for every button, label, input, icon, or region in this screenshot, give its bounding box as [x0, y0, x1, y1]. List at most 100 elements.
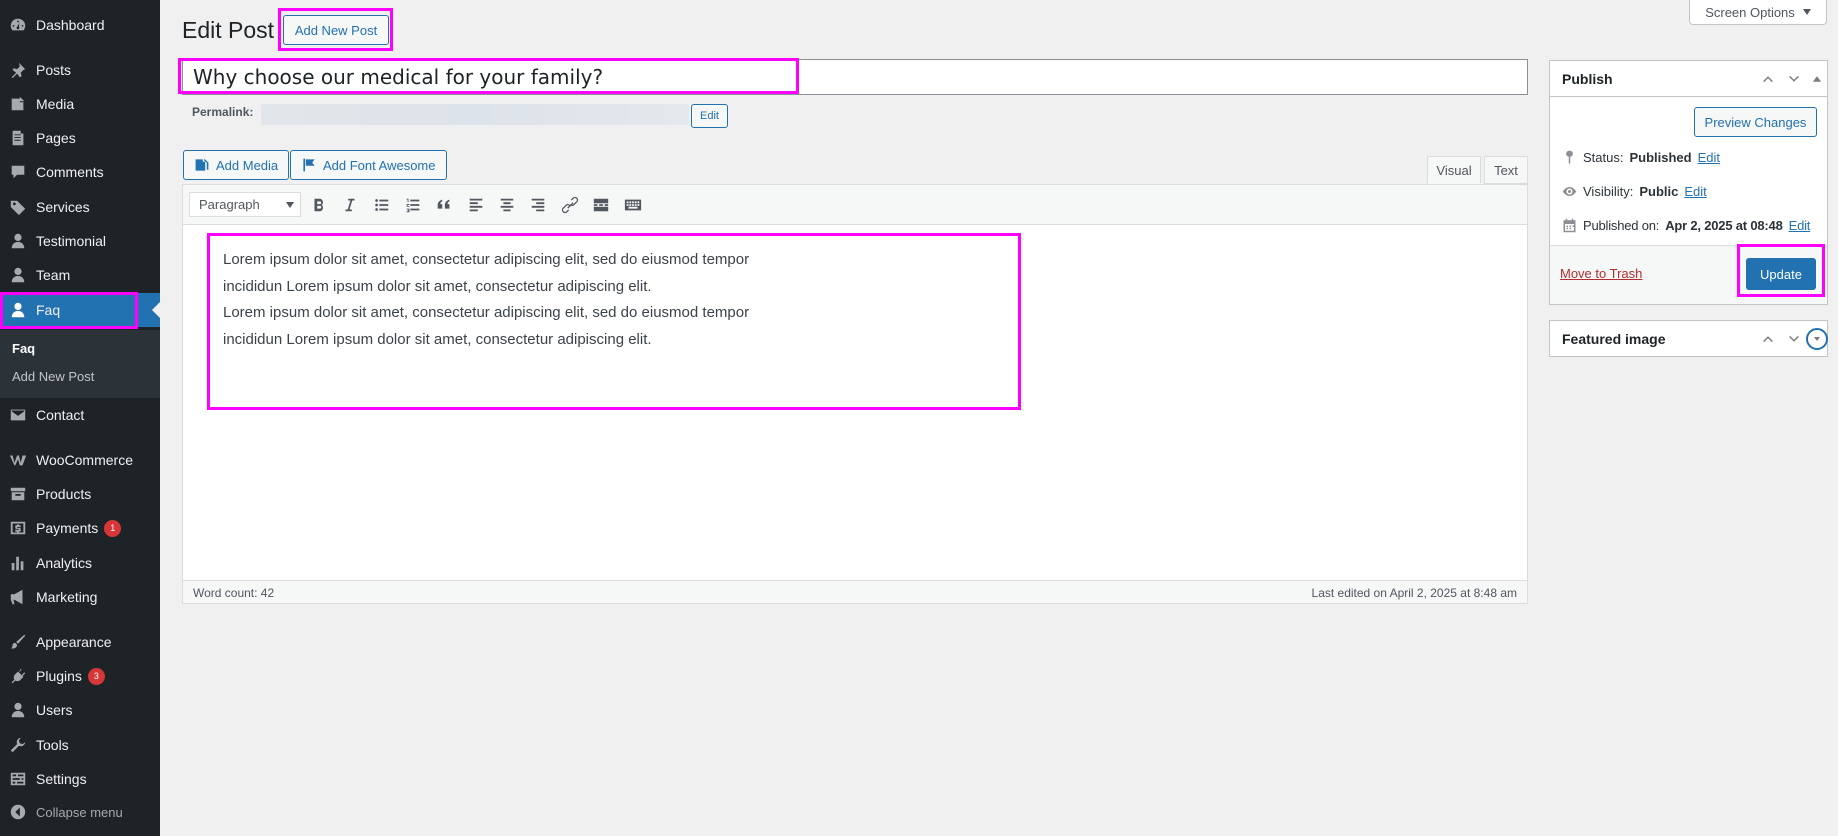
featured-image-header: Featured image [1550, 321, 1828, 356]
format-select-value: Paragraph [199, 197, 260, 212]
media-icon [195, 158, 209, 171]
add-new-post-button[interactable]: Add New Post [283, 15, 389, 45]
sidebar-item-services[interactable]: Services [0, 190, 160, 224]
keyboard-icon[interactable] [621, 193, 645, 217]
collapse-menu[interactable]: Collapse menu [0, 795, 160, 829]
permalink-label: Permalink: [192, 105, 254, 119]
toggle-arrow-icon[interactable] [1809, 71, 1825, 87]
blockquote-icon[interactable] [432, 193, 456, 217]
add-media-button[interactable]: Add Media [183, 150, 290, 180]
sidebar-item-faq[interactable]: Faq [0, 293, 160, 327]
collapse-label: Collapse menu [36, 804, 123, 820]
align-right-icon[interactable] [526, 193, 550, 217]
archive-icon [0, 485, 36, 503]
sidebar-item-label: Testimonial [36, 233, 107, 249]
sidebar-item-tools[interactable]: Tools [0, 728, 160, 762]
sidebar-item-appearance[interactable]: Appearance [0, 625, 160, 659]
last-edited: Last edited on April 2, 2025 at 8:48 am [1311, 586, 1517, 600]
sidebar-item-comments[interactable]: Comments [0, 155, 160, 189]
align-center-icon[interactable] [495, 193, 519, 217]
chevron-up-icon[interactable] [1760, 71, 1776, 87]
flag-icon [303, 158, 315, 172]
sidebar-item-label: Dashboard [36, 17, 105, 33]
bullet-list-icon[interactable] [370, 193, 394, 217]
format-select[interactable]: Paragraph [189, 192, 301, 217]
editor-status-bar: Word count: 42 Last edited on April 2, 2… [182, 580, 1528, 604]
media-icon [0, 95, 36, 113]
featured-image-box: Featured image [1549, 320, 1828, 357]
published-value: Apr 2, 2025 at 08:48 [1665, 218, 1783, 233]
sidebar-item-team[interactable]: Team [0, 258, 160, 292]
sidebar-item-contact[interactable]: Contact [0, 398, 160, 432]
woo-icon [0, 451, 36, 469]
italic-icon[interactable] [338, 193, 362, 217]
sidebar-item-analytics[interactable]: Analytics [0, 546, 160, 580]
sidebar-item-woocommerce[interactable]: WooCommerce [0, 443, 160, 477]
post-title-input[interactable]: Why choose our medical for your family? [182, 59, 1528, 95]
add-font-awesome-button[interactable]: Add Font Awesome [290, 150, 447, 180]
publish-actions: Move to Trash Update [1550, 245, 1827, 304]
preview-changes-button[interactable]: Preview Changes [1694, 107, 1817, 137]
published-label: Published on: [1583, 218, 1660, 233]
sidebar-item-dashboard[interactable]: Dashboard [0, 8, 160, 42]
sidebar-item-marketing[interactable]: Marketing [0, 580, 160, 614]
sidebar-item-label: Appearance [36, 634, 112, 650]
align-left-icon[interactable] [464, 193, 488, 217]
user-icon [0, 701, 36, 719]
sidebar-item-testimonial[interactable]: Testimonial [0, 224, 160, 258]
sidebar-item-products[interactable]: Products [0, 477, 160, 511]
sidebar-item-label: Products [36, 486, 92, 502]
add-font-awesome-label: Add Font Awesome [323, 157, 436, 173]
submenu-item-faq[interactable]: Faq [12, 341, 35, 356]
submenu-item-add-new-post[interactable]: Add New Post [12, 369, 94, 384]
add-media-label: Add Media [216, 157, 279, 173]
chevron-down-icon[interactable] [1786, 331, 1802, 347]
status-edit-link[interactable]: Edit [1698, 150, 1720, 165]
screen-options-button[interactable]: Screen Options [1689, 0, 1827, 25]
dollar-icon [0, 519, 36, 537]
sidebar-item-label: Users [36, 702, 73, 718]
sidebar-item-label: Tools [36, 737, 69, 753]
move-to-trash-link[interactable]: Move to Trash [1560, 266, 1642, 281]
published-on-row: Published on: Apr 2, 2025 at 08:48 Edit [1562, 218, 1810, 233]
sidebar-item-settings[interactable]: Settings [0, 762, 160, 796]
sidebar-item-label: Analytics [36, 555, 93, 571]
visibility-edit-link[interactable]: Edit [1684, 184, 1706, 199]
tab-visual[interactable]: Visual [1427, 156, 1481, 184]
calendar-icon [1563, 218, 1576, 233]
toggle-arrow-icon[interactable] [1806, 328, 1828, 350]
post-content[interactable]: Lorem ipsum dolor sit amet, consectetur … [223, 247, 843, 353]
numbered-list-icon[interactable] [401, 193, 425, 217]
read-more-icon[interactable] [589, 193, 613, 217]
tab-text[interactable]: Text [1484, 156, 1528, 184]
visibility-value: Public [1639, 184, 1679, 199]
user-icon [0, 266, 36, 284]
faq-submenu: Faq Add New Post [0, 330, 160, 398]
bold-icon[interactable] [307, 193, 331, 217]
content-line: Lorem ipsum dolor sit amet, consectetur … [223, 251, 750, 268]
sidebar-item-users[interactable]: Users [0, 693, 160, 727]
sidebar-item-label: Team [36, 267, 71, 283]
link-icon[interactable] [558, 193, 582, 217]
chevron-down-icon [286, 202, 294, 208]
sidebar-item-label: Contact [36, 407, 85, 423]
permalink-edit-button[interactable]: Edit [691, 104, 728, 128]
chevron-up-icon[interactable] [1760, 331, 1776, 347]
comment-icon [0, 163, 36, 181]
content-line: incididun Lorem ipsum dolor sit amet, co… [223, 277, 652, 295]
sidebar-item-label: Services [36, 199, 90, 215]
chevron-down-icon[interactable] [1786, 71, 1802, 87]
caret-down-icon [1802, 9, 1811, 15]
sidebar-item-payments[interactable]: Payments 1 [0, 511, 160, 545]
sidebar-item-posts[interactable]: Posts [0, 53, 160, 87]
permalink-url[interactable] [261, 104, 689, 125]
sidebar-item-label: Comments [36, 164, 104, 180]
sidebar-item-pages[interactable]: Pages [0, 121, 160, 155]
sidebar-item-media[interactable]: Media [0, 87, 160, 121]
user-icon [0, 232, 36, 250]
sidebar-item-plugins[interactable]: Plugins 3 [0, 659, 160, 693]
screen-options-label: Screen Options [1705, 4, 1795, 20]
sidebar-item-label: Marketing [36, 589, 98, 605]
update-button[interactable]: Update [1746, 258, 1816, 290]
published-edit-link[interactable]: Edit [1789, 218, 1811, 233]
